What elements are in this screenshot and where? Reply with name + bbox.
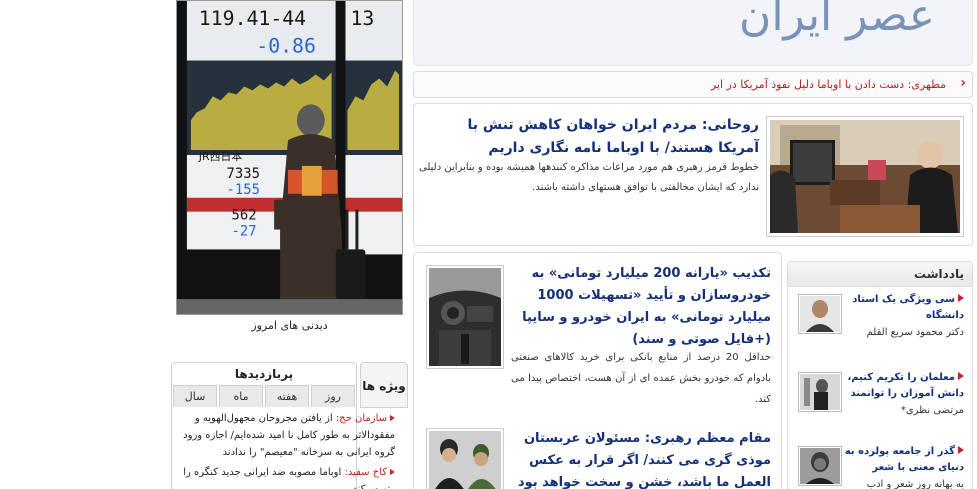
lead-story-title[interactable]: روحانی: مردم ایران خواهان کاهش تنش با آم… xyxy=(429,114,759,160)
tab-year[interactable]: سال xyxy=(173,385,217,407)
tab-special[interactable]: ویژه ها xyxy=(360,362,408,408)
tab-week[interactable]: هفته xyxy=(265,385,309,407)
board-value: 7335 xyxy=(227,166,260,182)
photo-of-the-day-caption[interactable]: دیدنی های امروز xyxy=(171,319,408,332)
most-viewed-title[interactable]: پربازدیدها xyxy=(172,363,356,385)
board-change: -0.86 xyxy=(256,35,316,58)
chevron-left-icon[interactable]: ‹ xyxy=(960,75,966,91)
notes-panel: یادداشت سی ویژگی یک استاد دانشگاه دکتر م… xyxy=(787,261,973,489)
lead-story-summary: خطوط قرمز رهبری هم مورد مراعات مذاکره کن… xyxy=(419,162,759,193)
note-item[interactable]: گذر از جامعه پولزده به دنیای معنی با شعر… xyxy=(844,444,964,489)
note-item[interactable]: سی ویژگی یک استاد دانشگاه دکتر محمود سری… xyxy=(844,292,964,342)
item-category[interactable]: کاخ سفید: xyxy=(344,467,387,478)
news-ticker[interactable]: ‹ مطهری: دست دادن با اوباما دلیل نفوذ آم… xyxy=(413,71,973,98)
bullet-icon xyxy=(390,469,395,475)
story-summary: حداقل 20 درصد از منابع بانکی برای خرید ک… xyxy=(511,352,771,405)
note-author: به بهانه روز شعر و ادب xyxy=(866,479,964,489)
board-value: 562 xyxy=(232,208,257,224)
note-author: دکتر محمود سریع القلم xyxy=(866,327,964,338)
tab-month[interactable]: ماه xyxy=(219,385,263,407)
most-viewed-panel: ویژه ها پربازدیدها روز هفته ماه سال سازم… xyxy=(171,362,408,489)
site-logo[interactable]: عصر ایران xyxy=(739,0,936,41)
bullet-icon xyxy=(958,446,964,454)
board-label: JR西日本 xyxy=(198,149,243,163)
list-item[interactable]: کاخ سفید: اوباما مصوبه ضد ایرانی جدید کن… xyxy=(173,464,395,489)
note-title[interactable]: سی ویژگی یک استاد دانشگاه xyxy=(852,294,964,321)
board-value: -27 xyxy=(232,223,257,239)
note-title[interactable]: معلمان را تکریم کنیم، دانش آموزان را توا… xyxy=(847,372,964,399)
note-author: مرتضی نظری* xyxy=(900,405,964,416)
photo-of-the-day: 119.41-44 -0.86 13 JR西日本 7335 -155 562 -… xyxy=(171,0,408,342)
tab-day[interactable]: روز xyxy=(311,385,355,407)
lead-story-photo[interactable] xyxy=(766,116,964,237)
story-photo-car[interactable] xyxy=(426,265,504,369)
story-title[interactable]: مقام معظم رهبری: مسئولان عربستان موذی گر… xyxy=(511,428,771,489)
site-header: عصر ایران xyxy=(413,0,973,66)
photo-of-the-day-image[interactable]: 119.41-44 -0.86 13 JR西日本 7335 -155 562 -… xyxy=(176,0,403,315)
lead-story: روحانی: مردم ایران خواهان کاهش تنش با آم… xyxy=(413,103,973,246)
list-item[interactable]: سازمان حج: از یافتن مجروحان مجهول‌الهویه… xyxy=(173,410,395,461)
notes-header: یادداشت xyxy=(788,262,972,287)
story-photo-leader[interactable] xyxy=(426,428,504,489)
svg-text:13: 13 xyxy=(350,7,374,30)
note-item[interactable]: معلمان را تکریم کنیم، دانش آموزان را توا… xyxy=(844,370,964,420)
news-list: تکذیب «یارانه 200 میلیارد تومانی» به خود… xyxy=(413,252,782,489)
board-value: -155 xyxy=(227,182,260,198)
note-author-photo[interactable] xyxy=(798,372,842,412)
note-author-photo[interactable] xyxy=(798,446,842,486)
ticker-headline[interactable]: مطهری: دست دادن با اوباما دلیل نفوذ آمری… xyxy=(711,78,946,91)
most-viewed-tabs: روز هفته ماه سال xyxy=(172,385,356,407)
board-price: 119.41-44 xyxy=(199,7,306,30)
bullet-icon xyxy=(958,372,964,380)
story-title[interactable]: تکذیب «یارانه 200 میلیارد تومانی» به خود… xyxy=(511,263,771,351)
bullet-icon xyxy=(958,294,964,302)
note-author-photo[interactable] xyxy=(798,294,842,334)
note-title[interactable]: گذر از جامعه پولزده به دنیای معنی با شعر xyxy=(845,446,964,473)
bullet-icon xyxy=(390,415,395,421)
item-category[interactable]: سازمان حج: xyxy=(336,413,387,424)
